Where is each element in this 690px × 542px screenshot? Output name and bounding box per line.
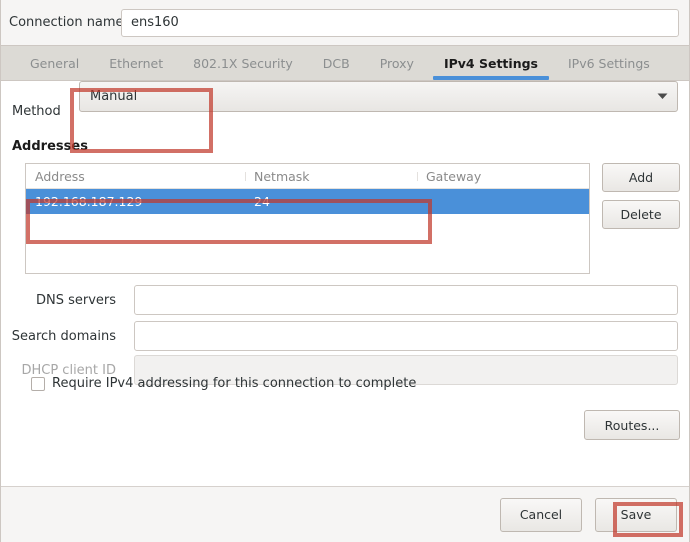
delete-button[interactable]: Delete bbox=[602, 200, 680, 229]
tab-general[interactable]: General bbox=[15, 46, 94, 80]
column-header-gateway[interactable]: Gateway bbox=[417, 169, 589, 184]
column-header-netmask[interactable]: Netmask bbox=[245, 169, 417, 184]
require-ipv4-label: Require IPv4 addressing for this connect… bbox=[52, 376, 417, 391]
tab-ipv4-settings[interactable]: IPv4 Settings bbox=[429, 46, 553, 80]
search-domains-input[interactable] bbox=[134, 321, 678, 351]
connection-name-input[interactable]: ens160 bbox=[121, 8, 679, 37]
address-table-header: Address Netmask Gateway bbox=[26, 164, 589, 189]
address-table-actions: Add Delete bbox=[602, 163, 680, 229]
addresses-section-label: Addresses bbox=[12, 139, 88, 154]
require-ipv4-row[interactable]: Require IPv4 addressing for this connect… bbox=[31, 376, 416, 391]
method-value: Manual bbox=[90, 89, 138, 104]
dns-servers-label: DNS servers bbox=[35, 292, 116, 308]
address-table-row[interactable]: 192.168.187.129 24 bbox=[26, 189, 589, 214]
dns-servers-input[interactable] bbox=[134, 285, 678, 315]
tab-bar: General Ethernet 802.1X Security DCB Pro… bbox=[1, 45, 689, 81]
cell-netmask[interactable]: 24 bbox=[245, 194, 417, 209]
method-label: Method bbox=[12, 103, 61, 119]
connection-editor-window: Connection name ens160 General Ethernet … bbox=[0, 0, 690, 542]
tab-ipv6-settings[interactable]: IPv6 Settings bbox=[553, 46, 665, 80]
tab-802-1x-security[interactable]: 802.1X Security bbox=[178, 46, 308, 80]
method-combobox[interactable]: Manual bbox=[79, 81, 678, 112]
ipv4-settings-panel: Method Manual Addresses Address Netmask … bbox=[1, 81, 689, 486]
chevron-down-icon bbox=[647, 93, 677, 100]
dialog-footer: Cancel Save bbox=[1, 486, 689, 542]
require-ipv4-checkbox[interactable] bbox=[31, 376, 45, 391]
cell-address[interactable]: 192.168.187.129 bbox=[26, 194, 245, 209]
connection-name-row: Connection name ens160 bbox=[1, 0, 689, 45]
routes-button[interactable]: Routes... bbox=[584, 410, 680, 440]
column-header-address[interactable]: Address bbox=[26, 169, 245, 184]
search-domains-label: Search domains bbox=[11, 328, 116, 344]
add-button[interactable]: Add bbox=[602, 163, 680, 192]
save-button[interactable]: Save bbox=[595, 497, 677, 532]
tab-proxy[interactable]: Proxy bbox=[365, 46, 429, 80]
tab-dcb[interactable]: DCB bbox=[308, 46, 365, 80]
tab-ethernet[interactable]: Ethernet bbox=[94, 46, 178, 80]
address-table[interactable]: Address Netmask Gateway 192.168.187.129 … bbox=[25, 163, 590, 274]
connection-name-label: Connection name bbox=[9, 15, 124, 30]
cancel-button[interactable]: Cancel bbox=[500, 497, 582, 532]
